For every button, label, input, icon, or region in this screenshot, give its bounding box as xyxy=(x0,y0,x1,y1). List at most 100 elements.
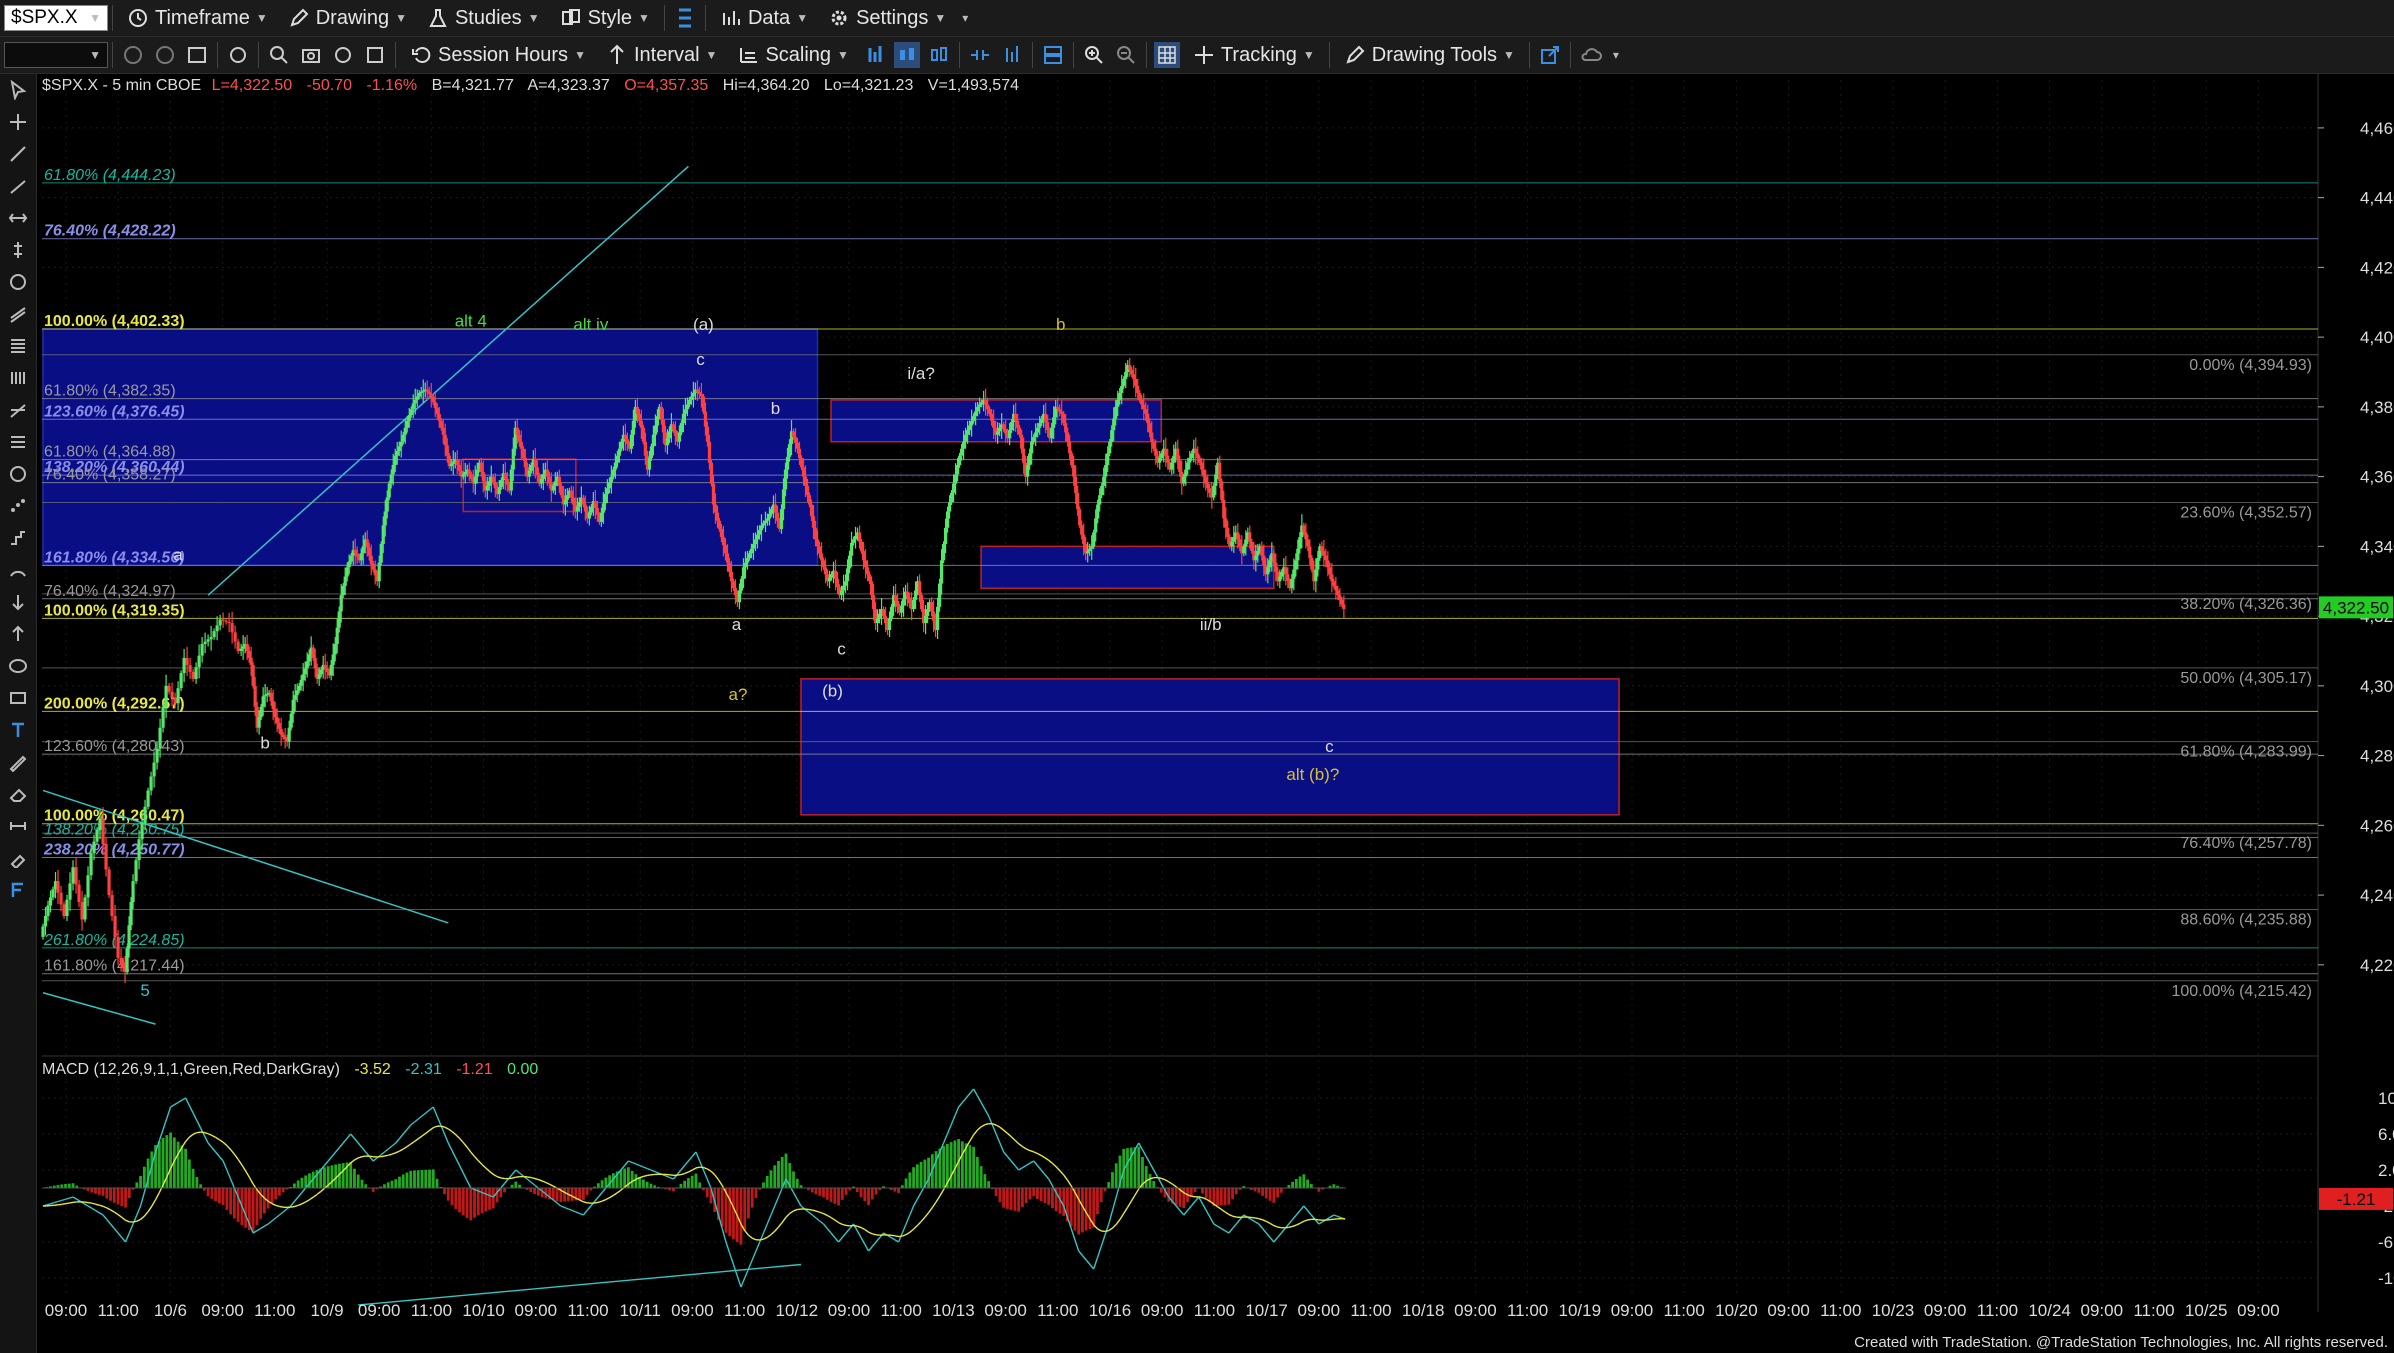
macd-signal-segment xyxy=(1048,1159,1053,1164)
price-bar-body xyxy=(942,544,946,561)
time-tick-label: 10/19 xyxy=(1559,1301,1602,1320)
price-bar-body xyxy=(966,430,970,435)
time-tick-label: 09:00 xyxy=(1924,1301,1967,1320)
macd-line-segment xyxy=(139,1192,145,1207)
macd-line-segment xyxy=(770,1205,776,1216)
price-chart[interactable]: 61.80% (4,444.23) 76.40% (4,428.22) 100.00… xyxy=(0,0,2394,1353)
fib-label-right: 76.40% (4,257.78) xyxy=(2180,835,2312,852)
macd-line-segment xyxy=(830,1232,836,1238)
macd-line-segment xyxy=(834,1237,840,1243)
price-bar-body xyxy=(619,441,623,449)
macd-signal-segment xyxy=(414,1138,419,1143)
price-bar-body xyxy=(1256,551,1260,556)
macd-line-segment xyxy=(729,1253,735,1265)
price-bar-body xyxy=(1316,557,1320,570)
time-tick-label: 11:00 xyxy=(98,1301,139,1320)
price-bar-body xyxy=(992,420,996,428)
macd-line-segment xyxy=(177,1099,183,1104)
macd-line-segment xyxy=(398,1133,404,1139)
price-bar-body xyxy=(359,553,363,561)
price-bar-body xyxy=(1050,427,1054,439)
wave-label: (a) xyxy=(693,315,714,334)
macd-line-segment xyxy=(500,1183,506,1189)
macd-signal-segment xyxy=(612,1192,618,1196)
macd-signal-segment xyxy=(1168,1181,1173,1185)
price-bar-body xyxy=(1198,458,1202,463)
macd-line-segment xyxy=(695,1151,701,1162)
macd-line-segment xyxy=(192,1112,198,1121)
macd-histogram-bar xyxy=(225,1188,229,1210)
price-bar-body xyxy=(1280,571,1284,577)
macd-signal-segment xyxy=(1018,1143,1023,1148)
macd-signal-segment xyxy=(245,1170,250,1178)
price-bar-body xyxy=(523,458,527,468)
price-bar-body xyxy=(1078,509,1082,526)
macd-line-segment xyxy=(1235,1219,1241,1225)
macd-signal-segment xyxy=(361,1155,366,1158)
macd-histogram-bar xyxy=(949,1142,953,1188)
macd-signal-segment xyxy=(842,1223,847,1227)
price-bar-body xyxy=(845,568,850,582)
macd-signal-segment xyxy=(766,1234,772,1238)
macd-histogram-bar xyxy=(919,1161,923,1188)
macd-histogram-bar xyxy=(431,1169,435,1188)
price-bar-body xyxy=(1066,432,1070,442)
macd-line-segment xyxy=(1292,1214,1297,1220)
price-bar-body xyxy=(583,504,587,512)
price-bar-body xyxy=(1152,441,1156,449)
macd-histogram-bar xyxy=(904,1178,908,1188)
macd-signal-segment xyxy=(462,1142,468,1148)
price-bar-body xyxy=(299,680,303,686)
price-bar-body xyxy=(403,427,407,435)
price-bar-body xyxy=(745,557,750,563)
price-bar-body xyxy=(821,560,826,568)
price-bar-body xyxy=(895,600,900,607)
macd-histogram-bar xyxy=(1204,1188,1208,1199)
macd-signal-segment xyxy=(920,1216,926,1223)
macd-line-segment xyxy=(278,1211,284,1216)
macd-signal-segment xyxy=(241,1164,247,1172)
price-bar-body xyxy=(164,685,168,707)
price-bar-body xyxy=(635,406,639,414)
time-tick-label: 10/9 xyxy=(310,1301,343,1320)
macd-histogram-bar xyxy=(754,1188,758,1199)
price-bar-body xyxy=(545,469,549,477)
macd-histogram-bar xyxy=(679,1183,683,1188)
macd-line-segment xyxy=(942,1133,948,1144)
macd-line-segment xyxy=(357,1142,363,1148)
price-bar-body xyxy=(697,391,702,395)
macd-line-segment xyxy=(391,1142,397,1147)
price-bar-body xyxy=(1336,590,1340,596)
price-bar-body xyxy=(339,595,343,612)
macd-signal-segment xyxy=(106,1207,111,1211)
macd-signal-segment xyxy=(609,1194,614,1199)
time-tick-label: 09:00 xyxy=(1611,1301,1654,1320)
time-tick-label: 11:00 xyxy=(1194,1301,1235,1320)
macd-signal-segment xyxy=(140,1215,145,1220)
macd-signal-segment xyxy=(984,1122,989,1126)
macd-histogram-bar xyxy=(206,1188,210,1197)
price-bar-body xyxy=(671,424,676,431)
macd-line-segment xyxy=(1096,1246,1102,1258)
price-bar-body xyxy=(988,409,992,414)
macd-line-segment xyxy=(1303,1205,1309,1211)
price-bar-body xyxy=(1248,532,1252,542)
macd-line-segment xyxy=(229,1178,236,1189)
macd-signal-segment xyxy=(305,1199,310,1203)
price-bar-body xyxy=(491,476,495,483)
macd-signal-segment xyxy=(1251,1216,1256,1219)
price-bar-body xyxy=(759,525,764,531)
macd-signal-segment xyxy=(826,1214,832,1219)
macd-histogram-bar xyxy=(874,1188,878,1195)
macd-histogram-bar xyxy=(120,1188,124,1207)
macd-signal-segment xyxy=(110,1209,115,1213)
price-bar-body xyxy=(74,867,78,885)
target-box xyxy=(800,678,1620,816)
macd-signal-segment xyxy=(677,1173,682,1176)
price-bar-body xyxy=(329,664,333,676)
time-tick-label: 11:00 xyxy=(1350,1301,1391,1320)
price-bar-body xyxy=(535,467,539,476)
price-bar-body xyxy=(269,692,273,701)
price-bar-body xyxy=(787,444,792,457)
change-value: -50.70 xyxy=(307,77,352,94)
